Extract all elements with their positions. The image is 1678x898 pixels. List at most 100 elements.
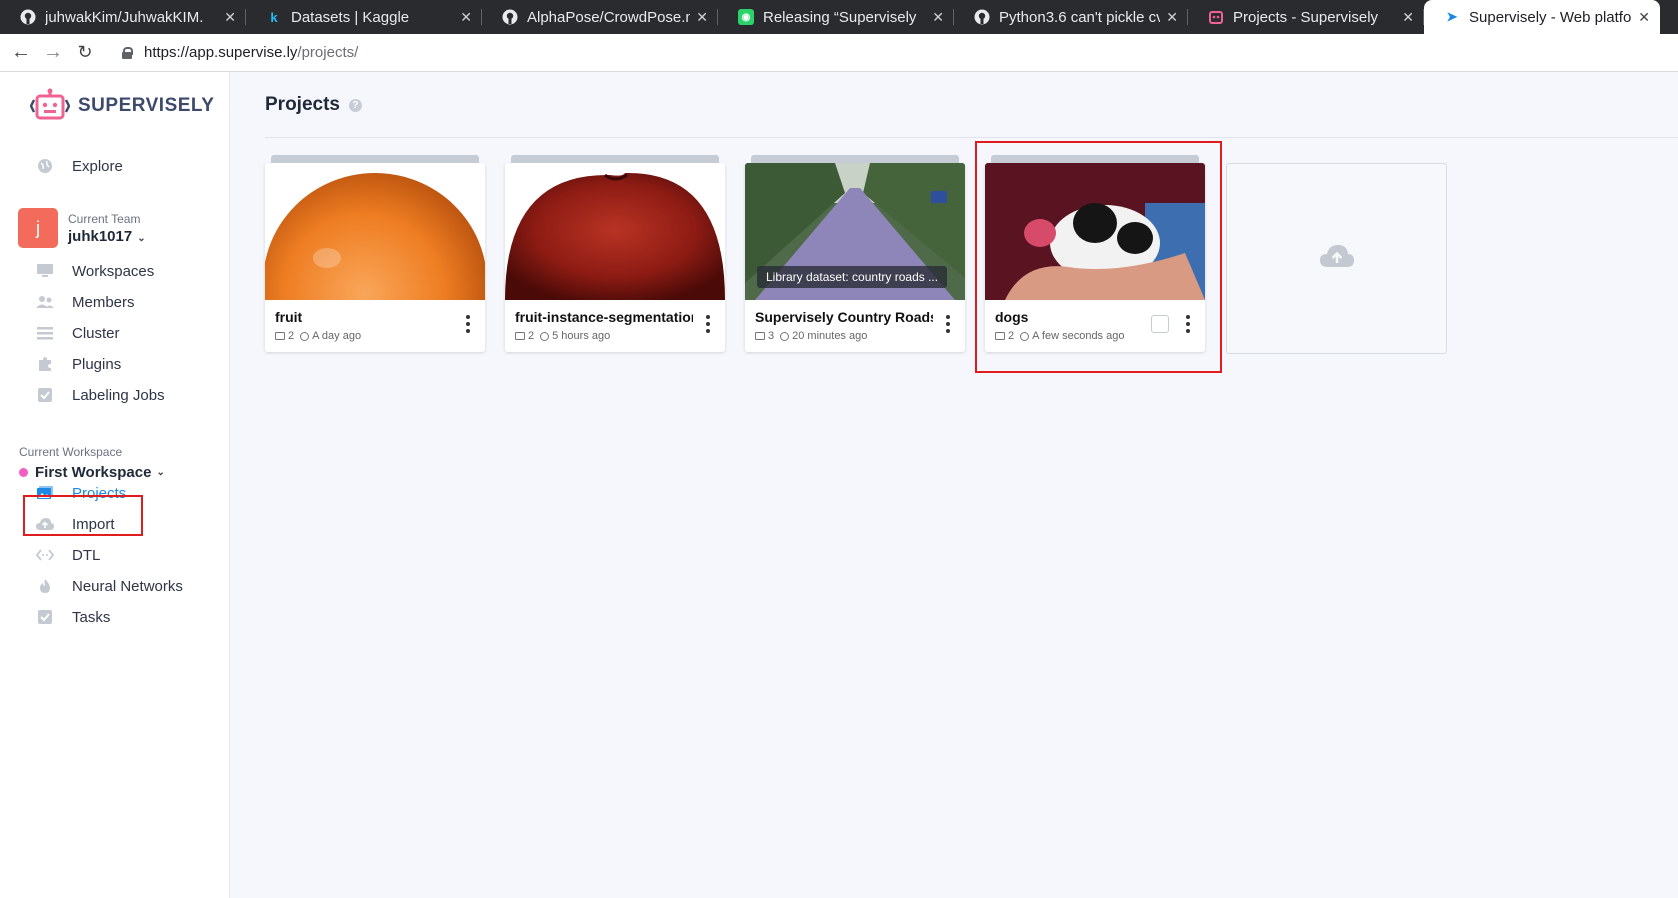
browser-tab[interactable]: Projects - Supervisely ✕ bbox=[1188, 0, 1424, 34]
tab-title: Releasing “Supervisely bbox=[763, 8, 917, 26]
project-meta: 2 A few seconds ago bbox=[995, 330, 1124, 342]
monitor-icon bbox=[36, 262, 54, 280]
project-card[interactable]: fruit-instance-segmentation 2 5 hours ag… bbox=[505, 155, 725, 352]
project-name[interactable]: Supervisely Country Roads bbox=[755, 309, 933, 325]
cloud-upload-icon bbox=[36, 515, 54, 533]
clock-icon bbox=[1020, 331, 1030, 341]
page-title: Projects ? bbox=[265, 94, 362, 116]
project-meta: 2 5 hours ago bbox=[515, 330, 610, 342]
workspace-label: Current Workspace bbox=[19, 445, 123, 459]
close-icon[interactable]: ✕ bbox=[460, 9, 472, 26]
workspace-color-dot bbox=[19, 468, 28, 477]
sidebar-item-dtl[interactable]: DTL bbox=[36, 542, 100, 568]
more-vertical-icon[interactable] bbox=[465, 315, 471, 333]
sidebar-item-label: Import bbox=[72, 515, 115, 533]
tab-title: AlphaPose/CrowdPose.n bbox=[527, 8, 691, 26]
team-name: juhk1017 ⌄ bbox=[68, 227, 146, 245]
browser-tab-active[interactable]: ➤ Supervisely - Web platfor ✕ bbox=[1424, 0, 1660, 34]
team-label: Current Team bbox=[68, 211, 141, 226]
back-icon[interactable]: ← bbox=[10, 41, 32, 64]
list-icon bbox=[36, 324, 54, 342]
users-icon bbox=[36, 293, 54, 311]
sidebar-item-label: Workspaces bbox=[72, 262, 155, 280]
project-card[interactable]: fruit 2 A day ago bbox=[265, 155, 485, 352]
close-icon[interactable]: ✕ bbox=[1166, 9, 1178, 26]
url-field[interactable]: https://app.supervise.ly/projects/ bbox=[144, 44, 358, 61]
clock-icon bbox=[540, 331, 550, 341]
browser-tab[interactable]: Python3.6 can't pickle cv ✕ bbox=[954, 0, 1188, 34]
supervisely-logo-icon bbox=[29, 88, 71, 124]
browser-tab[interactable]: ◉ Releasing “Supervisely ✕ bbox=[718, 0, 954, 34]
supervisely-icon bbox=[1208, 9, 1224, 25]
sidebar-item-label: Explore bbox=[72, 157, 123, 175]
workspace-switcher[interactable]: First Workspace ⌄ bbox=[19, 464, 165, 481]
project-name[interactable]: fruit-instance-segmentation bbox=[515, 309, 693, 325]
close-icon[interactable]: ✕ bbox=[224, 9, 236, 26]
reload-icon[interactable]: ↻ bbox=[74, 42, 96, 64]
sidebar-item-neural-networks[interactable]: Neural Networks bbox=[36, 573, 183, 599]
updated-time: A few seconds ago bbox=[1032, 330, 1125, 342]
forward-icon[interactable]: → bbox=[42, 41, 64, 64]
sidebar-item-plugins[interactable]: Plugins bbox=[36, 351, 121, 377]
select-checkbox[interactable] bbox=[1151, 315, 1169, 333]
help-icon[interactable]: ? bbox=[348, 98, 362, 112]
browser-tab[interactable]: juhwakKim/JuhwakKIM. ✕ bbox=[0, 0, 246, 34]
sidebar-item-label: Projects bbox=[72, 484, 127, 502]
more-vertical-icon[interactable] bbox=[705, 315, 711, 333]
close-icon[interactable]: ✕ bbox=[1402, 9, 1414, 26]
project-thumbnail[interactable]: Library dataset: country roads ... bbox=[745, 163, 965, 300]
updated-time: 5 hours ago bbox=[552, 330, 611, 342]
browser-tab[interactable]: AlphaPose/CrowdPose.n ✕ bbox=[482, 0, 718, 34]
sidebar-item-workspaces[interactable]: Workspaces bbox=[36, 258, 154, 284]
tab-title: Datasets | Kaggle bbox=[291, 8, 410, 26]
project-name[interactable]: fruit bbox=[275, 309, 453, 325]
sidebar-item-import[interactable]: Import bbox=[36, 511, 115, 537]
pointer-icon: ➤ bbox=[1446, 9, 1458, 24]
tab-title: Supervisely - Web platfor bbox=[1469, 8, 1633, 26]
folder-icon bbox=[755, 332, 765, 340]
sidebar-item-projects[interactable]: Projects bbox=[36, 480, 126, 506]
project-thumbnail[interactable] bbox=[265, 163, 485, 300]
more-vertical-icon[interactable] bbox=[1185, 315, 1191, 333]
project-card[interactable]: Library dataset: country roads ... Super… bbox=[745, 155, 965, 352]
upload-project-card[interactable] bbox=[1226, 163, 1447, 354]
globe-icon bbox=[36, 157, 54, 175]
sidebar-item-cluster[interactable]: Cluster bbox=[36, 320, 120, 346]
flame-icon bbox=[36, 577, 54, 595]
tab-title: Python3.6 can't pickle cv bbox=[999, 8, 1161, 26]
logo[interactable]: SUPERVISELY bbox=[29, 88, 215, 124]
sidebar-item-label: Members bbox=[72, 293, 135, 311]
project-thumbnail[interactable] bbox=[985, 163, 1205, 300]
sidebar-item-explore[interactable]: Explore bbox=[36, 153, 123, 179]
clock-icon bbox=[300, 331, 310, 341]
project-card[interactable]: dogs 2 A few seconds ago bbox=[985, 155, 1205, 352]
close-icon[interactable]: ✕ bbox=[1638, 9, 1650, 26]
sidebar-item-labeling-jobs[interactable]: Labeling Jobs bbox=[36, 382, 165, 408]
sidebar-item-label: Labeling Jobs bbox=[72, 386, 165, 404]
logo-text: SUPERVISELY bbox=[78, 95, 215, 116]
check-square-icon bbox=[36, 386, 54, 404]
updated-time: 20 minutes ago bbox=[792, 330, 868, 342]
images-icon bbox=[36, 484, 54, 502]
team-avatar: j bbox=[18, 208, 58, 248]
folder-icon bbox=[515, 332, 525, 340]
lock-icon bbox=[122, 46, 133, 59]
dataset-count: 2 bbox=[288, 330, 295, 342]
close-icon[interactable]: ✕ bbox=[932, 9, 944, 26]
chevron-down-icon: ⌄ bbox=[156, 467, 165, 478]
dataset-count: 3 bbox=[768, 330, 775, 342]
more-vertical-icon[interactable] bbox=[945, 315, 951, 333]
sidebar-item-members[interactable]: Members bbox=[36, 289, 135, 315]
project-thumbnail[interactable] bbox=[505, 163, 725, 300]
sidebar-item-tasks[interactable]: Tasks bbox=[36, 604, 110, 630]
browser-tab-strip: juhwakKim/JuhwakKIM. ✕ k Datasets | Kagg… bbox=[0, 0, 1678, 34]
folder-icon bbox=[275, 332, 285, 340]
team-switcher[interactable]: j Current Team juhk1017 ⌄ bbox=[18, 208, 146, 248]
sidebar-item-label: Cluster bbox=[72, 324, 120, 342]
browser-tab[interactable]: k Datasets | Kaggle ✕ bbox=[246, 0, 482, 34]
sidebar: SUPERVISELY Explore j Current Team juhk1… bbox=[0, 72, 230, 898]
puzzle-icon bbox=[36, 355, 54, 373]
supervisely-icon: ◉ bbox=[738, 9, 754, 25]
close-icon[interactable]: ✕ bbox=[696, 9, 708, 26]
project-name[interactable]: dogs bbox=[995, 309, 1173, 325]
